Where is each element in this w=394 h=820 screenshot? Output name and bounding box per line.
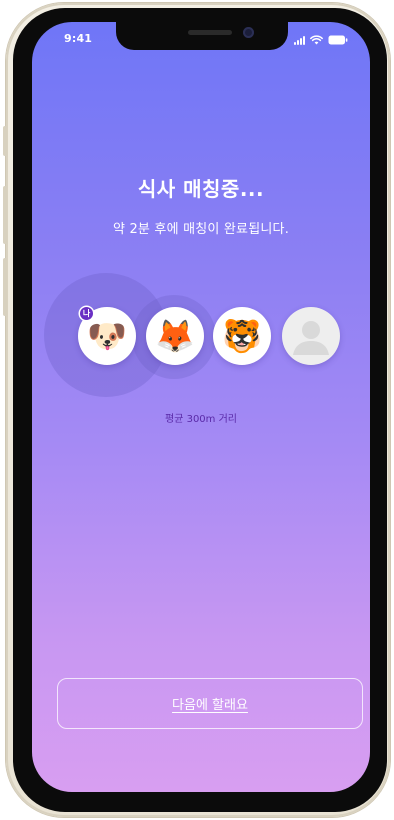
matching-screen: 9:41 식사 매칭중... 약 2분 후에 매칭이 완료됩니다. 🐶 🦊 🐯 xyxy=(32,22,370,792)
volume-down-button xyxy=(3,258,7,316)
avatar-tiger: 🐯 xyxy=(213,307,271,365)
notch xyxy=(116,22,288,50)
status-icons xyxy=(294,33,348,45)
default-user-icon xyxy=(293,321,329,355)
speaker-grille xyxy=(188,30,232,35)
front-camera xyxy=(243,27,254,38)
later-button-label: 다음에 할래요 xyxy=(172,698,248,713)
matching-eta-text: 약 2분 후에 매칭이 완료됩니다. xyxy=(112,222,290,237)
status-time: 9:41 xyxy=(64,32,93,45)
avatar-fox: 🦊 xyxy=(146,307,204,365)
volume-up-button xyxy=(3,186,7,244)
battery-icon xyxy=(328,35,348,45)
mute-switch xyxy=(3,126,7,156)
page-title: 식사 매칭중... xyxy=(137,177,265,201)
avatar-placeholder xyxy=(282,307,340,365)
signal-icon xyxy=(294,36,305,45)
wifi-icon xyxy=(310,35,323,45)
later-button[interactable]: 다음에 할래요 xyxy=(57,678,363,729)
me-badge: 나 xyxy=(80,307,93,320)
average-distance-text: 평균 300m 거리 xyxy=(165,414,237,425)
